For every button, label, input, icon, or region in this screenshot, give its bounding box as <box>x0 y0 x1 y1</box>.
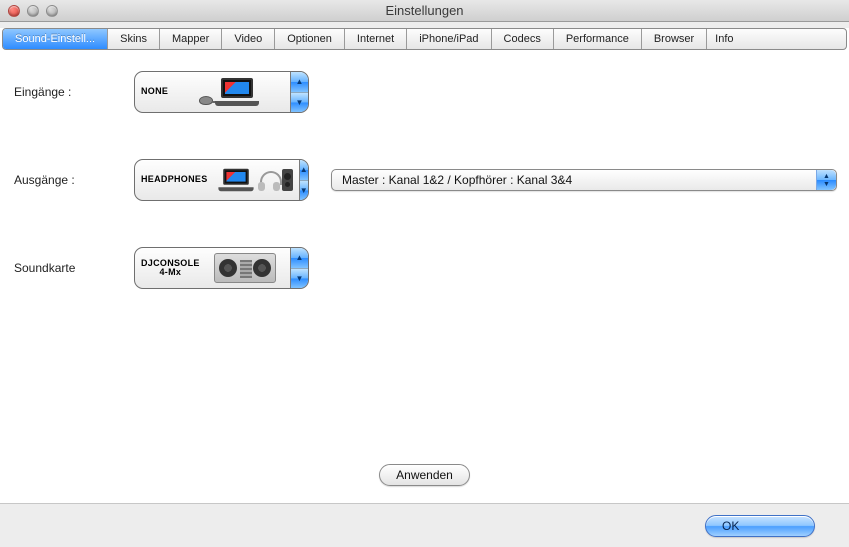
tab-skins[interactable]: Skins <box>108 29 160 49</box>
tab-info[interactable]: Info <box>707 29 741 49</box>
ok-button[interactable]: OK <box>705 515 815 537</box>
tab-codecs[interactable]: Codecs <box>492 29 554 49</box>
tab-performance[interactable]: Performance <box>554 29 642 49</box>
inputs-device-selector[interactable]: NONE ▲ ▼ <box>134 71 309 113</box>
window-minimize-button[interactable] <box>27 5 39 17</box>
inputs-next-button[interactable]: ▼ <box>291 93 308 113</box>
inputs-prev-button[interactable]: ▲ <box>291 72 308 93</box>
soundcard-prev-button[interactable]: ▲ <box>291 248 308 269</box>
tab-browser[interactable]: Browser <box>642 29 707 49</box>
inputs-device-icon <box>174 78 284 106</box>
soundcard-label: Soundkarte <box>14 261 134 275</box>
window-title: Einstellungen <box>0 3 849 18</box>
tab-mapper[interactable]: Mapper <box>160 29 222 49</box>
outputs-device-icon <box>214 166 293 194</box>
soundcard-device-selector[interactable]: DJCONSOLE 4-Mx ▲ ▼ <box>134 247 309 289</box>
outputs-device-name: HEADPHONES <box>141 174 208 184</box>
output-channel-select[interactable]: Master : Kanal 1&2 / Kopfhörer : Kanal 3… <box>331 169 837 191</box>
tab-options[interactable]: Optionen <box>275 29 345 49</box>
outputs-next-button[interactable]: ▼ <box>300 181 308 201</box>
tab-internet[interactable]: Internet <box>345 29 407 49</box>
tab-iphone-ipad[interactable]: iPhone/iPad <box>407 29 491 49</box>
inputs-label: Eingänge : <box>14 85 134 99</box>
tab-video[interactable]: Video <box>222 29 275 49</box>
dropdown-arrows-icon: ▲▼ <box>816 170 836 190</box>
outputs-device-selector[interactable]: HEADPHONES ▲ ▼ <box>134 159 309 201</box>
window-zoom-button[interactable] <box>46 5 58 17</box>
inputs-device-name: NONE <box>141 86 168 96</box>
outputs-prev-button[interactable]: ▲ <box>300 160 308 181</box>
soundcard-device-name-2: 4-Mx <box>141 268 200 277</box>
tab-bar: Sound-Einstell... Skins Mapper Video Opt… <box>2 28 847 50</box>
apply-button[interactable]: Anwenden <box>379 464 470 486</box>
window-close-button[interactable] <box>8 5 20 17</box>
soundcard-device-icon <box>206 253 284 283</box>
tab-sound-settings[interactable]: Sound-Einstell... <box>3 29 108 49</box>
soundcard-next-button[interactable]: ▼ <box>291 269 308 289</box>
outputs-label: Ausgänge : <box>14 173 134 187</box>
output-channel-value: Master : Kanal 1&2 / Kopfhörer : Kanal 3… <box>342 173 572 187</box>
